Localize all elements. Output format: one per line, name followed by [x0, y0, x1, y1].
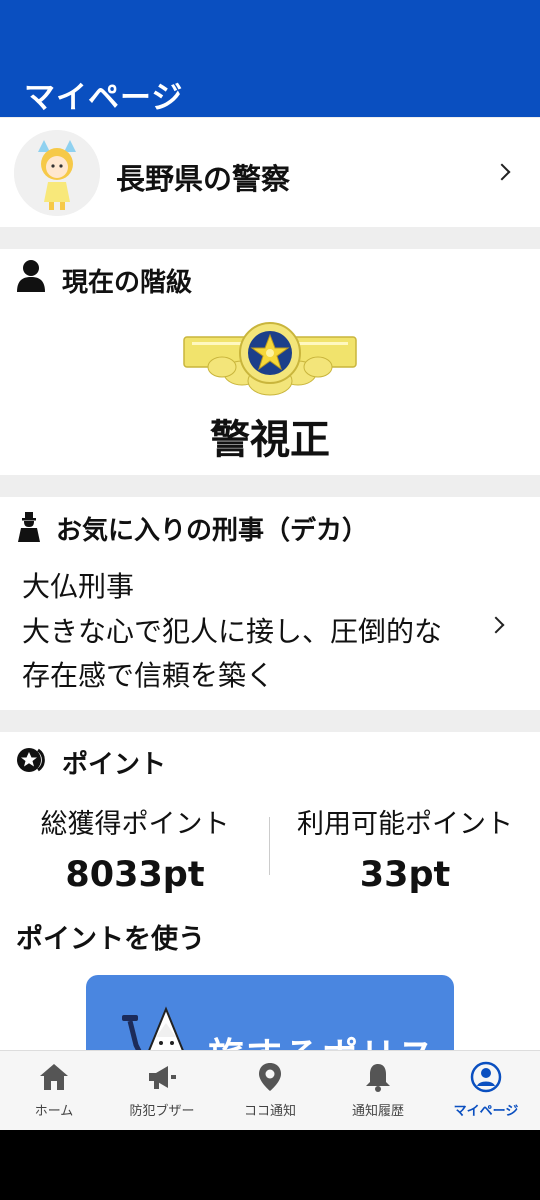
- station-name: 長野県の警察: [116, 162, 291, 196]
- use-points-title: ポイントを使う: [16, 924, 205, 955]
- detective-icon: [18, 512, 40, 542]
- nav-label: 通知履歴: [351, 1104, 404, 1119]
- nav-item-notification-history[interactable]: 通知履歴: [324, 1051, 432, 1130]
- chevron-right-icon: [487, 616, 505, 634]
- nav-label: ココ通知: [243, 1104, 296, 1119]
- bottom-nav: ホーム 防犯ブザー ココ通知 通知履歴 マイページ: [0, 1050, 540, 1130]
- section-title-rank: 現在の階級: [62, 268, 193, 298]
- station-row[interactable]: 長野県の警察: [0, 118, 540, 227]
- available-points-label: 利用可能ポイント: [297, 809, 513, 840]
- screen: マイページ 長野県の警察 現在の階級 警視正 お気に入りの刑事（デカ） 大仏刑事…: [0, 0, 540, 1130]
- available-points-value: 33pt: [359, 855, 451, 895]
- nav-item-crime-buzzer[interactable]: 防犯ブザー: [108, 1051, 216, 1130]
- rank-badge-icon: [183, 322, 357, 396]
- section-title-points: ポイント: [62, 750, 167, 780]
- location-pin-icon: [259, 1063, 281, 1091]
- account-icon: [470, 1061, 502, 1093]
- points-icon: [17, 748, 45, 772]
- page-title: マイページ: [24, 80, 184, 116]
- bell-icon: [366, 1064, 390, 1092]
- megaphone-icon: [149, 1066, 176, 1089]
- points-section: ポイント 総獲得ポイント 8033pt 利用可能ポイント 33pt ポイントを使…: [0, 732, 540, 1075]
- nav-label: 防犯ブザー: [129, 1104, 195, 1119]
- person-icon: [17, 260, 45, 292]
- rank-section: 現在の階級 警視正: [0, 249, 540, 475]
- nav-item-home[interactable]: ホーム: [0, 1051, 108, 1130]
- home-icon: [40, 1064, 68, 1090]
- detective-description-line: 大きな心で犯人に接し、圧倒的な: [22, 615, 443, 648]
- app-header: マイページ: [0, 0, 540, 117]
- detective-name: 大仏刑事: [22, 570, 135, 603]
- avatar: [14, 130, 100, 216]
- available-points: 利用可能ポイント 33pt: [270, 802, 540, 895]
- detective-description-line: 存在感で信頼を築く: [22, 659, 275, 692]
- total-points-label: 総獲得ポイント: [40, 809, 230, 840]
- nav-item-mypage[interactable]: マイページ: [432, 1051, 540, 1130]
- favorite-detective-section[interactable]: お気に入りの刑事（デカ） 大仏刑事 大きな心で犯人に接し、圧倒的な 存在感で信頼…: [0, 497, 540, 710]
- rank-name: 警視正: [210, 417, 330, 463]
- nav-label: ホーム: [34, 1104, 74, 1119]
- mascot-avatar-icon: [14, 130, 100, 216]
- total-points-value: 8033pt: [65, 855, 205, 895]
- nav-label: マイページ: [453, 1104, 519, 1119]
- section-title-favorite: お気に入りの刑事（デカ）: [56, 516, 369, 546]
- total-points: 総獲得ポイント 8033pt: [0, 802, 270, 895]
- chevron-right-icon: [493, 163, 511, 181]
- nav-item-location-notify[interactable]: ココ通知: [216, 1051, 324, 1130]
